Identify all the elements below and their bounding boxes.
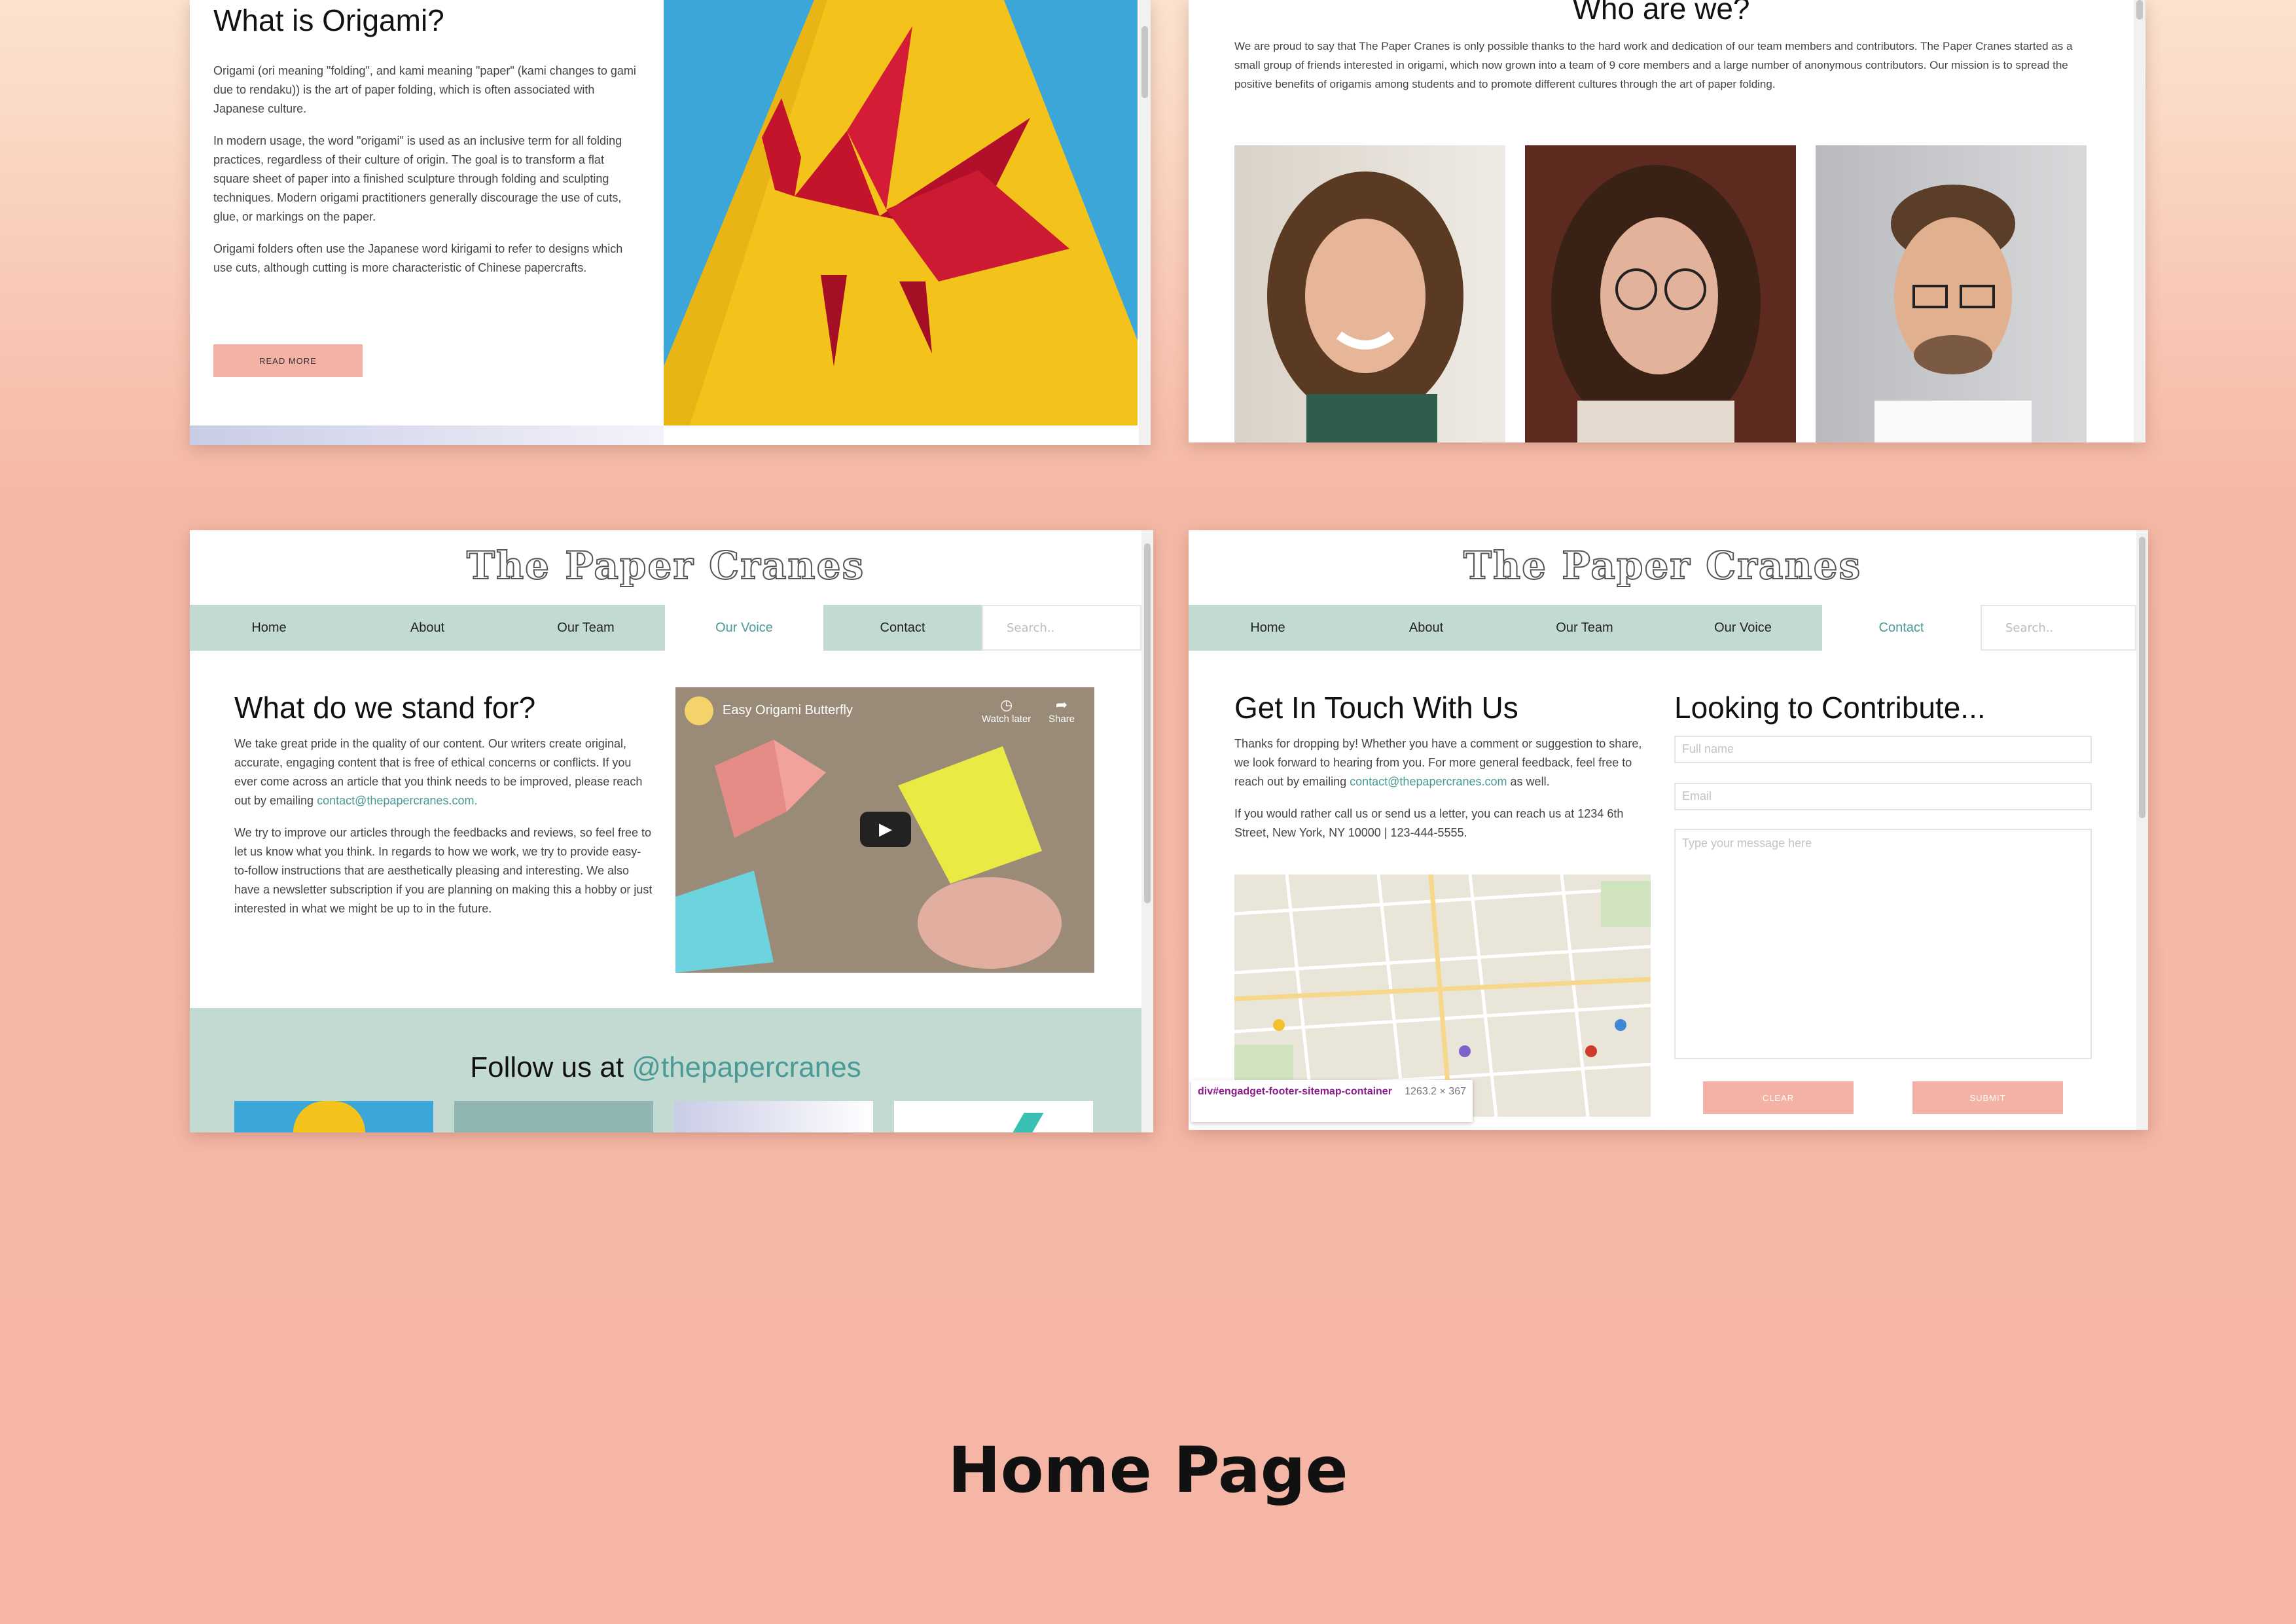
nav-about[interactable]: About [348,605,507,651]
scrollbar[interactable] [2134,0,2145,442]
video-title[interactable]: Easy Origami Butterfly [723,703,853,718]
contact-panel: The Paper Cranes Home About Our Team Our… [1189,530,2148,1130]
channel-avatar[interactable] [685,696,713,725]
instagram-thumb[interactable] [674,1101,873,1132]
clock-icon: ◷ [1000,696,1013,713]
tooltip-size: 1263.2 × 367 [1405,1086,1466,1097]
voice-title: What do we stand for? [234,691,536,725]
watch-later-label: Watch later [982,713,1031,725]
about-text: Origami (ori meaning "folding", and kami… [213,62,639,291]
email-field[interactable]: Email [1674,783,2092,810]
team-photo-3 [1816,145,2087,442]
nav-our-team[interactable]: Our Team [1505,605,1664,651]
nav-our-voice[interactable]: Our Voice [665,605,823,651]
instagram-thumb[interactable] [234,1101,433,1132]
inspector-tooltip: div#engadget-footer-sitemap-container 12… [1191,1080,1473,1122]
watch-later-button[interactable]: ◷ Watch later [982,696,1031,725]
main-nav: Home About Our Team Our Voice Contact Se… [190,605,1141,651]
about-paragraph: Origami folders often use the Japanese w… [213,242,623,274]
contact-paragraph-1: Thanks for dropping by! Whether you have… [1234,734,1653,791]
site-logo[interactable]: The Paper Cranes [1189,543,2136,588]
share-icon: ➦ [1055,696,1068,713]
video-player[interactable]: Easy Origami Butterfly ◷ Watch later ➦ S… [675,687,1094,973]
contact-paragraph-2: If you would rather call us or send us a… [1234,807,1624,839]
scrollbar[interactable] [1139,0,1151,445]
contact-title: Get In Touch With Us [1234,691,1518,725]
instagram-thumb[interactable] [894,1101,1093,1132]
about-panel: What is Origami? Origami (ori meaning "f… [190,0,1151,445]
email-link[interactable]: contact@thepapercranes.com [1350,775,1507,788]
tooltip-selector: div#engadget-footer-sitemap-container [1198,1086,1392,1097]
site-logo[interactable]: The Paper Cranes [190,543,1141,588]
email-link[interactable]: contact@thepapercranes.com. [317,794,477,807]
contribute-title: Looking to Contribute... [1674,691,1986,725]
submit-button[interactable]: SUBMIT [1912,1081,2063,1114]
team-photo-1 [1234,145,1505,442]
nav-home[interactable]: Home [1189,605,1347,651]
nav-about[interactable]: About [1347,605,1505,651]
share-label: Share [1049,713,1075,725]
instagram-thumb[interactable] [454,1101,653,1132]
bottom-strip [190,425,664,445]
instagram-handle-link[interactable]: @thepapercranes [632,1051,861,1083]
search-input[interactable]: Search.. [982,605,1141,651]
nav-our-voice[interactable]: Our Voice [1664,605,1822,651]
play-button[interactable]: ▶ [860,812,911,847]
nav-home[interactable]: Home [190,605,348,651]
nav-contact[interactable]: Contact [1822,605,1981,651]
scrollbar[interactable] [1141,530,1153,1132]
read-more-button[interactable]: READ MORE [213,344,363,377]
about-title: What is Origami? [213,3,444,37]
nav-our-team[interactable]: Our Team [507,605,665,651]
page-caption: Home Page [948,1434,1348,1507]
team-title: Who are we? [1572,0,1750,26]
contact-text: Thanks for dropping by! Whether you have… [1234,734,1653,856]
full-name-field[interactable]: Full name [1674,736,2092,763]
main-nav: Home About Our Team Our Voice Contact Se… [1189,605,2136,651]
follow-prefix: Follow us at [470,1051,624,1083]
search-input[interactable]: Search.. [1981,605,2136,651]
contact-paragraph-1-end: as well. [1510,775,1550,788]
voice-paragraph-2: We try to improve our articles through t… [234,826,653,915]
clear-button[interactable]: CLEAR [1703,1081,1854,1114]
voice-text: We take great pride in the quality of ou… [234,734,653,931]
about-paragraph: In modern usage, the word "origami" is u… [213,134,622,223]
origami-dragon-image [664,0,1138,425]
follow-heading: Follow us at @thepapercranes [190,1051,1141,1084]
team-photo-2 [1525,145,1796,442]
team-text: We are proud to say that The Paper Crane… [1234,40,2073,90]
voice-paragraph-1: We take great pride in the quality of ou… [234,734,653,810]
team-panel: Who are we? We are proud to say that The… [1189,0,2145,442]
about-paragraph: Origami (ori meaning "folding", and kami… [213,64,636,115]
scrollbar[interactable] [2136,530,2148,1130]
message-textarea[interactable]: Type your message here [1674,829,2092,1059]
follow-section: Follow us at @thepapercranes [190,1008,1141,1132]
play-icon: ▶ [879,820,892,839]
share-button[interactable]: ➦ Share [1049,696,1075,725]
voice-panel: The Paper Cranes Home About Our Team Our… [190,530,1153,1132]
nav-contact[interactable]: Contact [823,605,982,651]
